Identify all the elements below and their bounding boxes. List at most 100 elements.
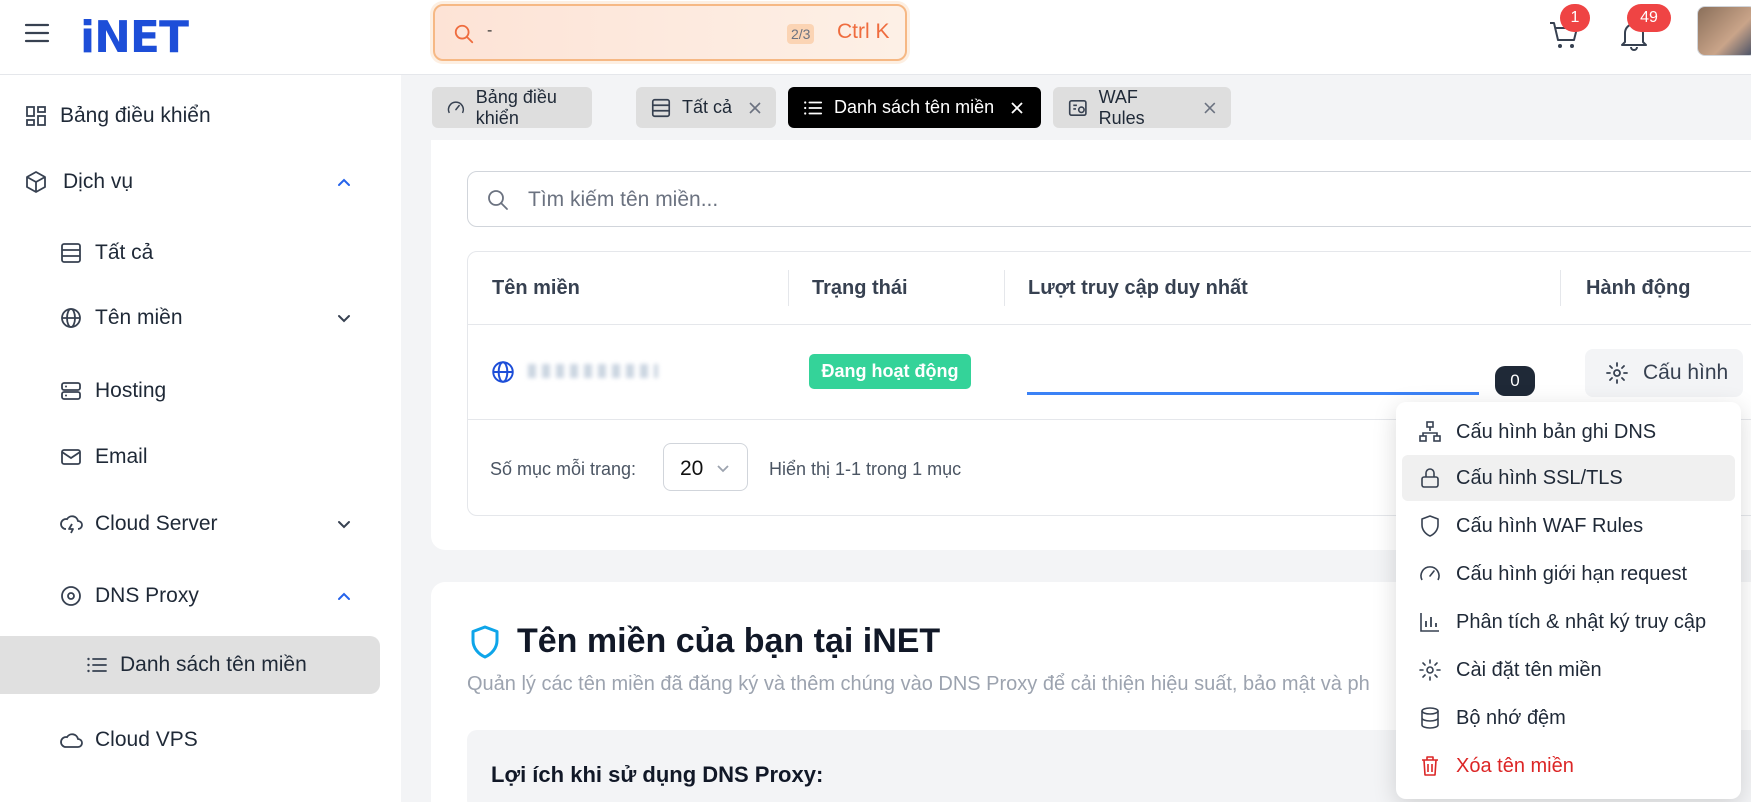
search-icon: [454, 24, 474, 44]
menu-item-delete-domain[interactable]: Xóa tên miền: [1402, 743, 1735, 789]
tab-all[interactable]: Tất cả: [636, 87, 776, 128]
globe-icon: [61, 308, 81, 328]
search-caret: -: [487, 22, 493, 39]
sidebar-item-email[interactable]: Email: [0, 428, 401, 486]
sidebar-item-label: DNS Proxy: [95, 584, 199, 607]
menu-item-domain-settings[interactable]: Cài đặt tên miền: [1402, 647, 1735, 693]
chevron-down-icon: [717, 465, 729, 473]
brand-logo[interactable]: iNET: [80, 12, 189, 63]
column-header-actions: Hành động: [1586, 277, 1691, 299]
cloud-lightning-icon: [60, 515, 83, 534]
sidebar-item-label: Tất cả: [95, 241, 154, 264]
list-box-icon: [61, 243, 81, 263]
close-icon[interactable]: [748, 101, 762, 115]
menu-item-label: Cấu hình bản ghi DNS: [1456, 420, 1657, 443]
sidebar: Bảng điều khiển Dịch vụ Tất cả Tên miền …: [0, 75, 401, 802]
sidebar-item-label: Cloud VPS: [95, 728, 198, 751]
per-page-value: 20: [680, 457, 704, 480]
sidebar-item-hosting[interactable]: Hosting: [0, 362, 401, 420]
menu-item-waf-rules[interactable]: Cấu hình WAF Rules: [1402, 503, 1735, 549]
top-header: iNET - 2/3 Ctrl K 1 49: [0, 0, 1751, 75]
search-icon: [488, 190, 508, 210]
list-icon: [804, 100, 823, 115]
cart-count-badge: 1: [1560, 4, 1590, 32]
global-search[interactable]: - 2/3 Ctrl K: [433, 4, 907, 61]
close-icon[interactable]: [1010, 101, 1024, 115]
sidebar-item-dns-proxy[interactable]: DNS Proxy: [0, 567, 401, 625]
notification-count-badge: 49: [1627, 4, 1671, 32]
tab-bar: Bảng điều khiển Tất cả Danh sách tên miề…: [401, 75, 1751, 145]
domain-search-box[interactable]: [467, 171, 1751, 227]
column-divider: [1004, 270, 1005, 306]
shield-icon: [1421, 515, 1439, 537]
bar-chart-icon: [1420, 613, 1439, 632]
gear-icon: [1419, 659, 1441, 681]
domain-search-input[interactable]: [528, 184, 1728, 216]
menu-item-rate-limit[interactable]: Cấu hình giới hạn request: [1402, 551, 1735, 597]
column-divider: [788, 270, 789, 306]
chevron-up-icon: [338, 592, 350, 600]
tab-waf-rules[interactable]: WAF Rules: [1053, 87, 1231, 128]
menu-item-label: Phân tích & nhật ký truy cập: [1456, 610, 1707, 633]
sidebar-item-dashboard[interactable]: Bảng điều khiển: [0, 87, 401, 145]
close-icon[interactable]: [1203, 101, 1217, 115]
chevron-down-icon: [338, 521, 350, 529]
cloud-icon: [60, 733, 83, 748]
sidebar-item-label: Cloud Server: [95, 512, 218, 535]
gauge-icon: [447, 100, 465, 113]
trash-icon: [1422, 756, 1438, 776]
sidebar-item-cloud-server[interactable]: Cloud Server: [0, 495, 401, 553]
globe-icon: [492, 361, 514, 383]
configure-dropdown-menu: Cấu hình bản ghi DNS Cấu hình SSL/TLS Cấ…: [1396, 402, 1741, 799]
list-icon: [87, 657, 107, 673]
tab-domain-list[interactable]: Danh sách tên miền: [788, 87, 1041, 128]
sitemap-icon: [1419, 421, 1441, 442]
sidebar-item-label: Hosting: [95, 379, 167, 402]
menu-item-label: Cấu hình SSL/TLS: [1456, 466, 1623, 489]
menu-item-label: Cấu hình giới hạn request: [1456, 562, 1688, 585]
user-avatar[interactable]: [1697, 6, 1751, 56]
per-page-label: Số mục mỗi trang:: [490, 459, 637, 479]
gear-icon: [1606, 362, 1628, 384]
section-subtitle: Quản lý các tên miền đã đăng ký và thêm …: [467, 673, 1370, 695]
menu-item-ssl-tls[interactable]: Cấu hình SSL/TLS: [1402, 455, 1735, 501]
server-icon: [61, 382, 81, 400]
column-header-domain[interactable]: Tên miền: [492, 277, 580, 300]
sidebar-item-all[interactable]: Tất cả: [0, 224, 401, 282]
pagination-info: Hiển thị 1-1 trong 1 mục: [769, 459, 962, 479]
sidebar-item-label: Email: [95, 445, 148, 468]
column-header-status[interactable]: Trạng thái: [812, 277, 908, 300]
visits-bar: [1027, 392, 1479, 395]
configure-label: Cấu hình: [1643, 361, 1729, 384]
tab-label: Tất cả: [681, 97, 733, 117]
sidebar-item-cloud-vps[interactable]: Cloud VPS: [0, 711, 401, 769]
database-icon: [1421, 707, 1439, 729]
sidebar-item-label: Tên miền: [95, 306, 183, 329]
domain-name-redacted[interactable]: [528, 364, 658, 378]
menu-item-cache[interactable]: Bộ nhớ đệm: [1402, 695, 1735, 741]
status-badge: Đang hoạt động: [809, 354, 971, 389]
configure-button[interactable]: Cấu hình: [1585, 349, 1743, 397]
menu-item-label: Bộ nhớ đệm: [1456, 706, 1566, 729]
menu-item-label: Cấu hình WAF Rules: [1456, 514, 1644, 537]
dashboard-grid-icon: [26, 106, 46, 126]
chevron-up-icon: [338, 178, 350, 186]
tab-label: Danh sách tên miền: [834, 97, 995, 117]
tab-label: WAF Rules: [1098, 86, 1145, 128]
sidebar-item-domains[interactable]: Tên miền: [0, 289, 401, 347]
disc-icon: [61, 586, 81, 606]
sidebar-item-domain-list[interactable]: Danh sách tên miền: [0, 636, 380, 694]
tab-label: Bảng điều khiển: [475, 86, 557, 128]
menu-item-label: Cài đặt tên miền: [1456, 658, 1602, 681]
sidebar-item-services[interactable]: Dịch vụ: [0, 153, 401, 211]
menu-item-dns-records[interactable]: Cấu hình bản ghi DNS: [1402, 409, 1735, 455]
section-title-text: Tên miền của bạn tại iNET: [517, 622, 941, 660]
column-header-unique-visits[interactable]: Lượt truy cập duy nhất: [1028, 277, 1248, 300]
waf-icon: [1068, 99, 1087, 116]
hamburger-menu-icon[interactable]: [24, 20, 50, 46]
menu-item-analytics-logs[interactable]: Phân tích & nhật ký truy cập: [1402, 599, 1735, 645]
visits-count: 0: [1495, 366, 1535, 396]
per-page-select[interactable]: 20: [663, 443, 748, 491]
tab-dashboard[interactable]: Bảng điều khiển: [432, 87, 592, 128]
search-shortcut: Ctrl K: [837, 20, 890, 43]
